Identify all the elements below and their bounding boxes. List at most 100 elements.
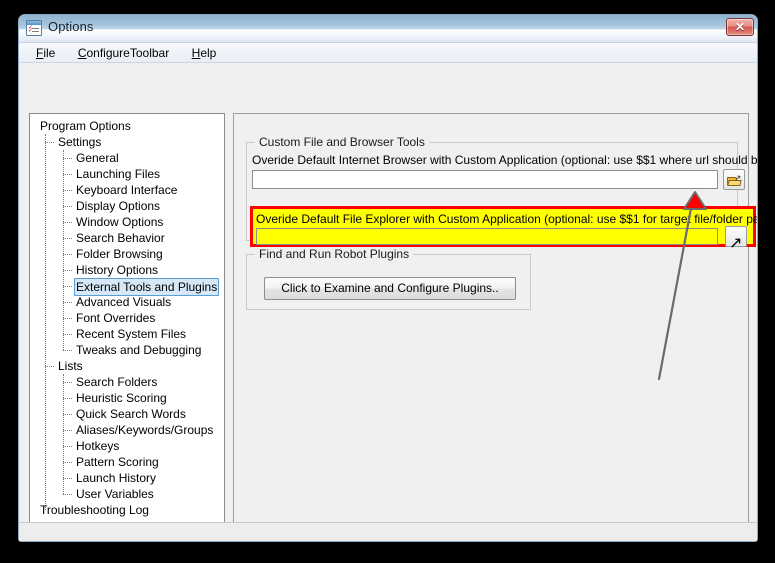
tree-branch-dash [63,158,72,159]
tree-branch-dash [63,398,72,399]
title-bar: ✓ ✓ Options ✕ [19,15,757,43]
options-checklist-icon: ✓ ✓ [26,20,42,36]
tree-item[interactable]: General [30,150,224,166]
tree-item[interactable]: Keyboard Interface [30,182,224,198]
tree-branch-dash [63,318,72,319]
tree-item-label: Tweaks and Debugging [76,343,202,357]
tree-branch-dash [63,478,72,479]
tree-item-label: History Options [76,263,159,277]
tree-item-label: Font Overrides [76,311,156,325]
tree-item[interactable]: History Options [30,262,224,278]
close-icon: ✕ [734,20,746,34]
tree-item[interactable]: User Variables [30,486,224,502]
tree-item-label: Settings [58,135,102,149]
tree-item-label: Aliases/Keywords/Groups [76,423,214,437]
tree-item[interactable]: Program Options [30,118,224,134]
tree-item[interactable]: Search Folders [30,374,224,390]
tree-item[interactable]: Pattern Scoring [30,454,224,470]
tree-branch-dash [63,350,72,351]
tree-branch-dash [63,190,72,191]
screen: ✓ ✓ Options ✕ File ConfigureToolbar Help… [0,0,775,563]
tree-branch-dash [63,430,72,431]
explorer-override-highlight: Overide Default File Explorer with Custo… [250,206,758,252]
tree-branch-dash [45,142,54,143]
tree-item-label: General [76,151,119,165]
options-tree-panel[interactable]: Program Options Settings General Launching … [29,113,225,541]
tree-item-label: Display Options [76,199,161,213]
tree-item-label: Search Behavior [76,231,165,245]
tree-item-label: Advanced Visuals [76,295,172,309]
tree-item[interactable]: Font Overrides [30,310,224,326]
tree-item[interactable]: Troubleshooting Log [30,502,224,518]
explorer-browse-button[interactable]: ↗ [725,226,747,252]
tree-branch-dash [63,382,72,383]
explorer-override-input[interactable] [256,228,718,245]
open-folder-icon: ↗ [727,174,742,186]
menu-item-help[interactable]: Help [183,43,226,62]
settings-content-panel: Custom File and Browser Tools Overide De… [233,113,757,531]
plugins-title: Find and Run Robot Plugins [255,247,414,261]
menu-bar: File ConfigureToolbar Help [19,43,757,63]
tree-item[interactable]: Settings [30,134,224,150]
browser-override-label: Overide Default Internet Browser with Cu… [252,153,758,167]
tree-item[interactable]: Launch History [30,470,224,486]
tree-item-label: Pattern Scoring [76,455,159,469]
options-tree: Program Options Settings General Launching … [30,114,224,518]
configure-plugins-button[interactable]: Click to Examine and Configure Plugins.. [264,277,516,300]
tree-item[interactable]: Hotkeys [30,438,224,454]
tree-item[interactable]: Heuristic Scoring [30,390,224,406]
options-window: ✓ ✓ Options ✕ File ConfigureToolbar Help… [18,14,758,542]
tree-branch-dash [63,238,72,239]
tree-item[interactable]: Search Behavior [30,230,224,246]
tree-item[interactable]: Window Options [30,214,224,230]
tree-item-label: Hotkeys [76,439,120,453]
tree-branch-dash [63,414,72,415]
tree-branch-dash [45,366,54,367]
tree-branch-dash [63,222,72,223]
tree-item[interactable]: Launching Files [30,166,224,182]
tree-branch-dash [63,270,72,271]
tree-item[interactable]: Quick Search Words [30,406,224,422]
client-area: Program Options Settings General Launching … [19,63,758,541]
tree-branch-dash [63,254,72,255]
menu-item-configure-toolbar[interactable]: ConfigureToolbar [69,43,178,62]
folder-arrow-icon: ↗ [729,235,743,252]
menu-item-file[interactable]: File [27,43,64,62]
tree-item-label: Launch History [76,471,157,485]
custom-tools-title: Custom File and Browser Tools [255,135,429,149]
tree-item-label: Folder Browsing [76,247,163,261]
tree-item[interactable]: Advanced Visuals [30,294,224,310]
tree-item[interactable]: Tweaks and Debugging [30,342,224,358]
close-button[interactable]: ✕ [726,18,754,36]
tree-item-label: User Variables [76,487,154,501]
tree-item[interactable]: Aliases/Keywords/Groups [30,422,224,438]
tree-item-label: Launching Files [76,167,161,181]
tree-branch-dash [63,174,72,175]
tree-branch-dash [63,446,72,447]
status-bar [19,522,757,541]
tree-branch-dash [63,462,72,463]
tree-item[interactable]: Folder Browsing [30,246,224,262]
tree-item[interactable]: Lists [30,358,224,374]
tree-item[interactable]: External Tools and Plugins [30,278,224,296]
tree-branch-dash [63,286,72,287]
tree-item-label: Recent System Files [76,327,187,341]
open-folder-icon: ↗ [729,233,744,252]
tree-item-label: Search Folders [76,375,158,389]
explorer-override-label: Overide Default File Explorer with Custo… [256,212,758,226]
icon-line-1 [32,28,39,29]
tree-item[interactable]: Recent System Files [30,326,224,342]
plugins-groupbox: Find and Run Robot Plugins Click to Exam… [246,247,531,310]
tree-item-label: Window Options [76,215,164,229]
browser-browse-button[interactable]: ↗ [723,169,745,190]
browser-override-input[interactable] [252,170,718,189]
folder-arrow-icon: ↗ [734,174,742,184]
tree-branch-dash [63,302,72,303]
tree-item[interactable]: Display Options [30,198,224,214]
tree-item-label: Troubleshooting Log [40,503,149,517]
icon-line-2 [32,31,39,32]
tree-item-label: Quick Search Words [76,407,186,421]
tree-branch-dash [63,206,72,207]
tree-item-label: Lists [58,359,83,373]
tree-item-label: Keyboard Interface [76,183,178,197]
